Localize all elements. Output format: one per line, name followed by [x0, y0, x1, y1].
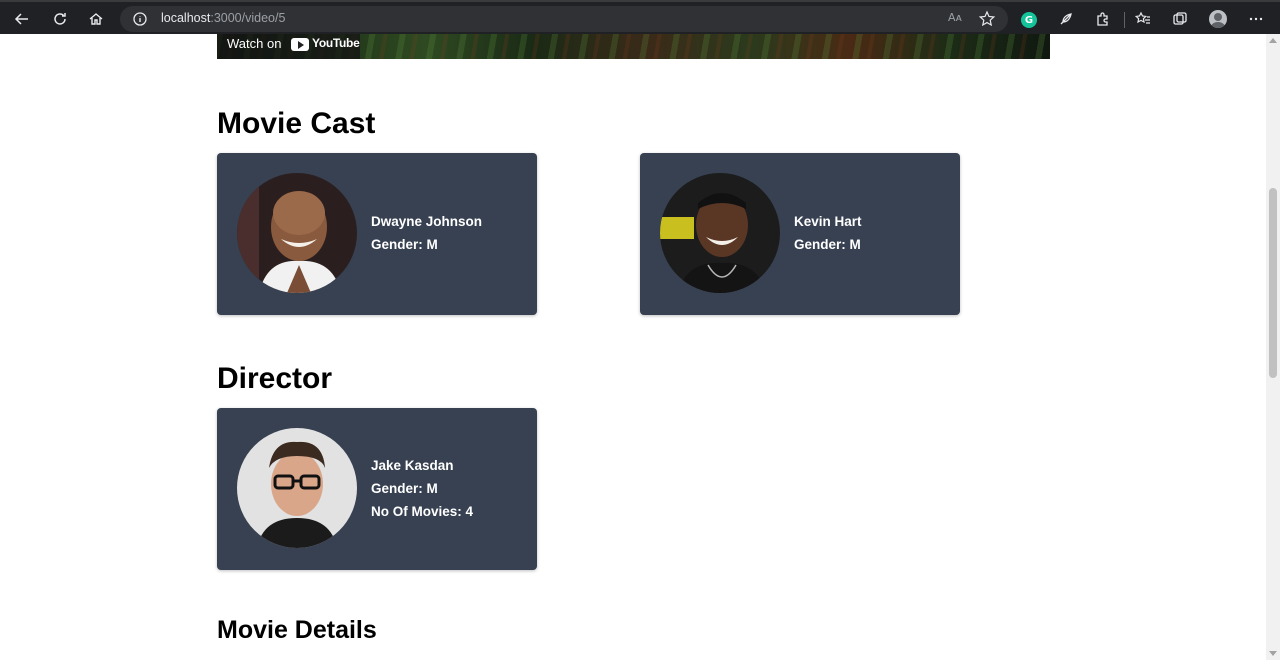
youtube-play-icon	[291, 38, 309, 51]
page-viewport: Watch on YouTube Movie Cast Dwayne Johns…	[0, 34, 1266, 660]
actor-gender: Gender: M	[371, 237, 438, 252]
refresh-button[interactable]	[46, 7, 74, 31]
collections-icon	[1173, 12, 1187, 25]
more-dots-icon	[1249, 17, 1263, 21]
director-movie-count: No Of Movies: 4	[371, 504, 474, 519]
director-photo	[237, 428, 357, 548]
home-button[interactable]	[82, 7, 110, 31]
page-scrollbar[interactable]	[1266, 34, 1280, 660]
actor-name: Dwayne Johnson	[371, 214, 483, 229]
movie-cast-heading: Movie Cast	[217, 107, 376, 140]
url-text: localhost:3000/video/5	[161, 11, 286, 25]
back-button[interactable]	[8, 7, 36, 31]
profile-avatar-icon[interactable]	[1209, 10, 1227, 28]
favorites-list-icon	[1135, 11, 1150, 24]
toolbar-separator	[1124, 12, 1125, 28]
director-name: Jake Kasdan	[371, 458, 454, 473]
youtube-video-embed[interactable]: Watch on YouTube	[217, 34, 1050, 59]
puzzle-icon	[1097, 12, 1108, 26]
youtube-wordmark: YouTube	[312, 36, 360, 50]
actor-name: Kevin Hart	[794, 214, 862, 229]
back-arrow-icon	[14, 13, 28, 25]
home-icon	[89, 13, 103, 25]
browser-toolbar: localhost:3000/video/5 Aᴀ G	[0, 0, 1280, 34]
cast-card[interactable]: Kevin Hart Gender: M	[640, 153, 960, 315]
director-card[interactable]: Jake Kasdan Gender: M No Of Movies: 4	[217, 408, 537, 570]
director-heading: Director	[217, 362, 333, 395]
collections-button[interactable]	[1166, 7, 1194, 31]
movie-details-heading: Movie Details	[217, 616, 377, 644]
scroll-down-arrow-icon[interactable]	[1269, 651, 1277, 656]
extensions-button[interactable]	[1089, 7, 1117, 31]
read-aloud-icon[interactable]: Aᴀ	[948, 11, 962, 24]
site-info-icon[interactable]	[132, 11, 148, 27]
actor-photo	[660, 173, 780, 293]
more-menu-button[interactable]	[1242, 7, 1270, 31]
cast-card[interactable]: Dwayne Johnson Gender: M	[217, 153, 537, 315]
address-bar[interactable]: localhost:3000/video/5 Aᴀ	[120, 6, 1008, 32]
cast-info: Kevin Hart Gender: M	[794, 210, 862, 256]
scroll-up-arrow-icon[interactable]	[1269, 38, 1277, 43]
scrollbar-thumb[interactable]	[1269, 188, 1277, 378]
director-gender: Gender: M	[371, 481, 438, 496]
director-info: Jake Kasdan Gender: M No Of Movies: 4	[371, 454, 473, 523]
watch-on-label: Watch on	[227, 36, 282, 51]
actor-gender: Gender: M	[794, 237, 861, 252]
grammarly-extension-icon[interactable]: G	[1021, 12, 1037, 28]
favorites-button[interactable]	[1129, 7, 1157, 31]
feather-icon	[1060, 13, 1072, 25]
refresh-icon	[54, 13, 66, 25]
feather-extension-button[interactable]	[1052, 7, 1080, 31]
cast-info: Dwayne Johnson Gender: M	[371, 210, 482, 256]
actor-photo	[237, 173, 357, 293]
add-favorite-icon[interactable]	[978, 10, 996, 28]
